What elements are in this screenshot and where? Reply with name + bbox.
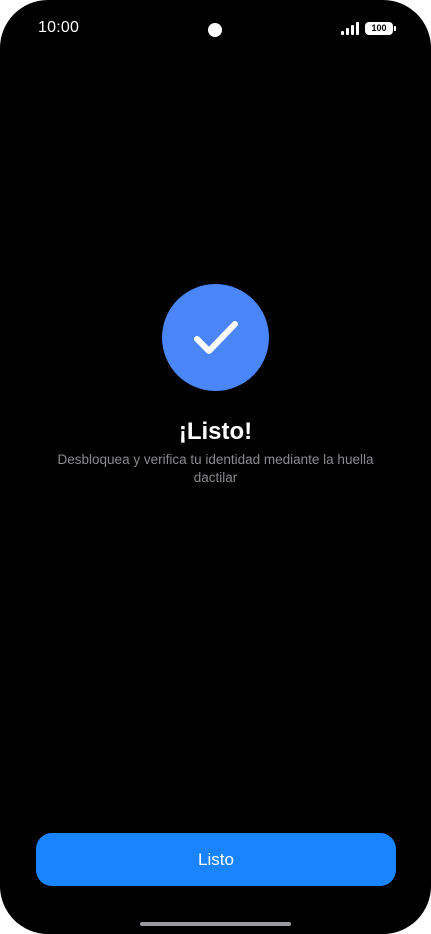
page-title: ¡Listo!: [178, 418, 253, 445]
phone-screen: 10:00 100 ¡Listo! Desbloquea y verifica …: [0, 0, 431, 934]
success-check-badge: [162, 284, 269, 391]
battery-icon: 100: [365, 22, 396, 35]
cellular-signal-icon: [341, 22, 359, 35]
home-indicator[interactable]: [140, 922, 291, 926]
page-subtitle: Desbloquea y verifica tu identidad media…: [57, 452, 374, 485]
done-button[interactable]: Listo: [36, 833, 396, 886]
status-bar: 10:00 100: [0, 0, 431, 58]
status-indicators: 100: [341, 22, 396, 35]
status-time: 10:00: [38, 19, 80, 36]
checkmark-icon: [193, 320, 238, 354]
front-camera: [208, 23, 222, 37]
